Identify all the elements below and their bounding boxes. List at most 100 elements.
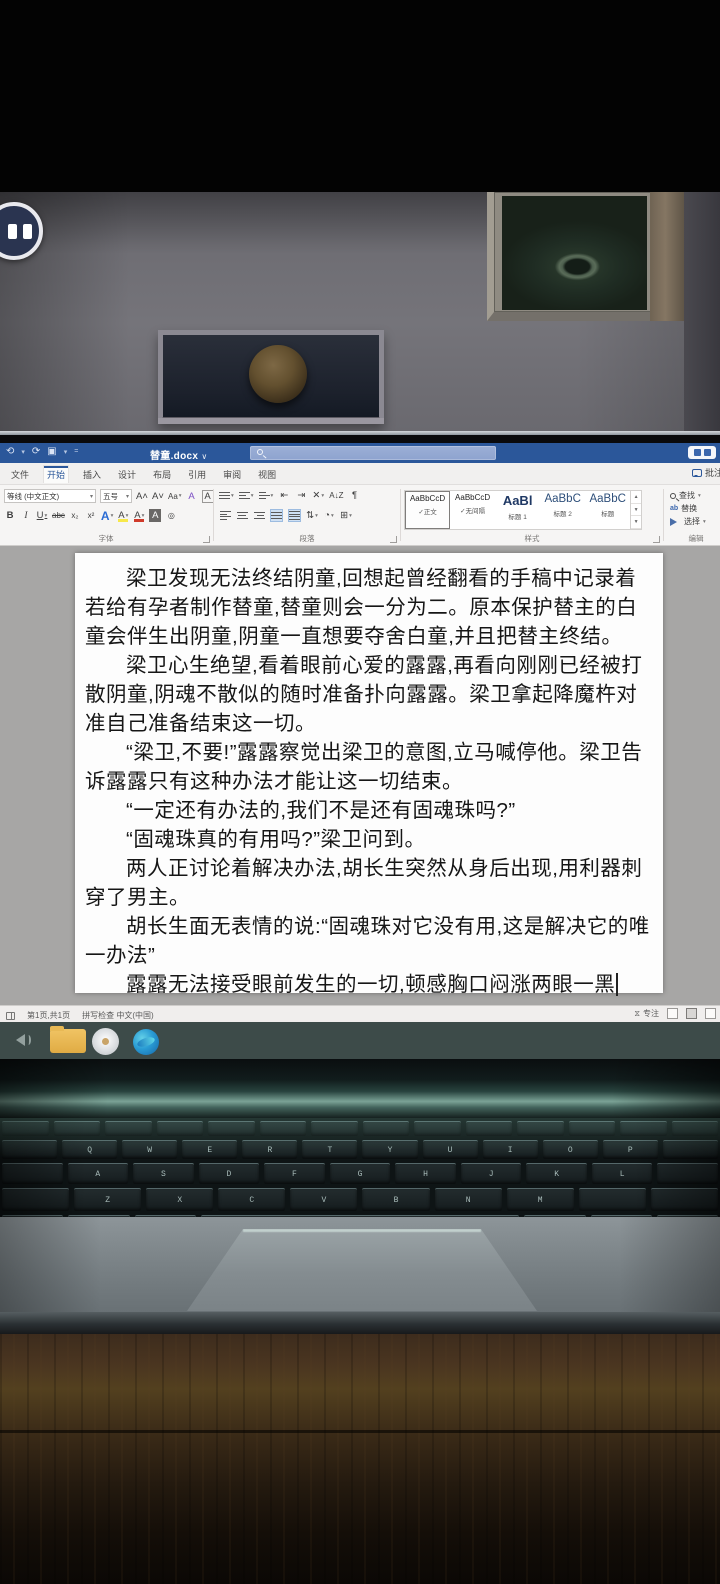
character-border-button[interactable]: A [201, 489, 214, 503]
editing-group-label: 编辑 [688, 534, 704, 543]
key-M: M [506, 1188, 574, 1211]
tab-审阅[interactable]: 审阅 [220, 466, 244, 483]
bronze-object[interactable] [249, 345, 307, 403]
focus-button[interactable]: ⧖ 专注 [634, 1008, 659, 1019]
paragraph[interactable]: 两人正讨论着解决办法,胡长生突然从身后出现,用利器刺穿了男主。 [85, 854, 655, 912]
camera-app-icon[interactable] [92, 1028, 119, 1055]
styles-gallery: AaBbCcD ✓正文 AaBbCcD ✓无间隔 AaBl 标题 1 AaBbC 标题 2 Aa… [404, 490, 642, 530]
tab-设计[interactable]: 设计 [115, 466, 139, 483]
sort-button[interactable]: A↓Z [329, 489, 343, 502]
key [662, 1140, 718, 1159]
paragraph[interactable]: 梁卫发现无法终结阴童,回想起曾经翻看的手稿中记录着若给有孕者制作替童,替童则会一… [85, 564, 655, 651]
save-caret-icon[interactable]: ▾ [64, 448, 68, 456]
bold-button[interactable]: B [4, 509, 16, 522]
paragraph[interactable]: “一定还有办法的,我们不是还有固魂珠吗?” [85, 796, 655, 825]
titlebar-right-button[interactable] [688, 446, 716, 459]
bullets-button[interactable]: ▾ [219, 489, 234, 502]
find-button[interactable]: 查找 ▾ [670, 490, 706, 501]
font-name-combo[interactable]: 等线 (中文正文) ▾ [4, 489, 96, 503]
laptop-keyboard: QWERTYUIOP ASDFGHJKL ZXCVBNM [0, 1118, 720, 1240]
distribute-button[interactable] [288, 509, 301, 522]
italic-button[interactable]: I [20, 509, 32, 522]
shrink-font-button[interactable]: A˅ [152, 490, 164, 503]
character-shading-button[interactable]: A [149, 509, 162, 522]
key-R: R [242, 1140, 298, 1159]
tab-视图[interactable]: 视图 [255, 466, 279, 483]
multilevel-list-button[interactable]: ▾ [258, 489, 273, 502]
scene-wall [0, 192, 720, 431]
borders-button[interactable]: ⊞ ▾ [340, 509, 352, 522]
enclose-characters-button[interactable]: ◎ [165, 509, 177, 522]
web-layout-button[interactable] [705, 1008, 716, 1019]
align-left-button[interactable] [219, 509, 231, 522]
paragraph[interactable]: 露露无法接受眼前发生的一切,顿感胸口闷涨两眼一黑 [85, 970, 655, 999]
highlight-button[interactable]: A ▾ [117, 509, 129, 522]
tab-插入[interactable]: 插入 [80, 466, 104, 483]
redo-icon[interactable]: ⟳ [32, 446, 40, 457]
asian-layout-button[interactable]: ✕ ▾ [312, 489, 324, 502]
line-spacing-button[interactable]: ⇅ ▾ [306, 509, 318, 522]
align-center-button[interactable] [236, 509, 248, 522]
underline-button[interactable]: U ▾ [36, 509, 48, 522]
read-mode-button[interactable] [667, 1008, 678, 1019]
document-text[interactable]: 梁卫发现无法终结阴童,回想起曾经翻看的手稿中记录着若给有孕者制作替童,替童则会一… [85, 564, 655, 999]
shading-button[interactable]: ◔ ▾ [323, 509, 335, 522]
numbering-button[interactable]: ▾ [238, 489, 254, 502]
folder-icon[interactable] [50, 1026, 86, 1053]
focus-label: 专注 [643, 1009, 659, 1018]
pause-icon [8, 223, 17, 239]
style-标题1[interactable]: AaBl 标题 1 [495, 491, 540, 529]
key [517, 1121, 564, 1136]
style-标题2[interactable]: AaBbC 标题 2 [540, 491, 585, 529]
print-layout-button[interactable] [686, 1008, 697, 1019]
change-case-button[interactable]: Aa ▾ [168, 490, 182, 503]
key [2, 1121, 49, 1136]
paragraph[interactable]: “梁卫,不要!”露露察觉出梁卫的意图,立马喊停他。梁卫告诉露露只有这种办法才能让… [85, 738, 655, 796]
replace-button[interactable]: ab 替换 [670, 503, 706, 514]
save-icon[interactable]: ▣ [47, 446, 56, 457]
tab-开始[interactable]: 开始 [43, 465, 70, 483]
styles-dialog-launcher-icon[interactable] [653, 536, 660, 543]
phonetic-guide-button[interactable]: A [186, 490, 198, 503]
font-size-combo[interactable]: 五号 ▾ [100, 489, 132, 503]
paragraph[interactable]: 胡长生面无表情的说:“固魂珠对它没有用,这是解决它的唯一办法” [85, 912, 655, 970]
select-button[interactable]: 选择 ▾ [670, 516, 706, 527]
document-page[interactable]: 梁卫发现无法终结阴童,回想起曾经翻看的手稿中记录着若给有孕者制作替童,替童则会一… [75, 553, 663, 996]
styles-scroll[interactable]: ▲ ▼ ▼ [630, 491, 641, 530]
show-hide-marks-button[interactable]: ¶ [349, 489, 361, 502]
undo-caret-icon[interactable]: ▾ [21, 448, 25, 456]
paragraph-dialog-launcher-icon[interactable] [390, 536, 397, 543]
grow-font-button[interactable]: A˄ [136, 490, 148, 503]
language-info[interactable]: 拼写检查 中文(中国) [82, 1010, 154, 1021]
tab-引用[interactable]: 引用 [185, 466, 209, 483]
font-color-button[interactable]: A ▾ [133, 509, 145, 522]
paragraph[interactable]: 梁卫心生绝望,看着眼前心爱的露露,再看向刚刚已经被打散阴童,阴魂不散似的随时准备… [85, 651, 655, 738]
blue-app-icon[interactable] [133, 1029, 159, 1055]
wall-niche-right[interactable] [487, 192, 653, 321]
key-L: L [591, 1163, 653, 1184]
justify-button[interactable] [270, 509, 283, 522]
tab-布局[interactable]: 布局 [150, 466, 174, 483]
decrease-indent-button[interactable]: ⇤ [278, 489, 290, 502]
text-effects-glyph: A [100, 508, 110, 523]
undo-icon[interactable]: ⟲ [6, 446, 14, 457]
document-title[interactable]: 替童.docx ∨ [150, 447, 207, 462]
volume-icon[interactable] [10, 1034, 31, 1046]
style-正文[interactable]: AaBbCcD ✓正文 [405, 491, 451, 529]
strikethrough-button[interactable]: abc [52, 509, 65, 522]
wall-niche-center[interactable] [158, 330, 384, 424]
increase-indent-button[interactable]: ⇥ [295, 489, 307, 502]
page-info[interactable]: 第1页,共1页 [27, 1010, 70, 1021]
tab-文件[interactable]: 文件 [8, 466, 32, 483]
search-box[interactable] [250, 446, 496, 460]
qat-more-icon[interactable]: = [74, 448, 78, 455]
text-effects-button[interactable]: A ▾ [100, 508, 113, 523]
comments-button[interactable]: 批注 [691, 466, 720, 479]
paragraph[interactable]: “固魂珠真的有用吗?”梁卫问到。 [85, 825, 655, 854]
style-无间隔[interactable]: AaBbCcD ✓无间隔 [450, 491, 495, 529]
font-dialog-launcher-icon[interactable] [203, 536, 210, 543]
style-标题[interactable]: AaBbC 标题 [585, 491, 630, 529]
subscript-button[interactable]: x₂ [69, 509, 81, 522]
superscript-button[interactable]: x² [85, 509, 97, 522]
align-right-button[interactable] [253, 509, 265, 522]
